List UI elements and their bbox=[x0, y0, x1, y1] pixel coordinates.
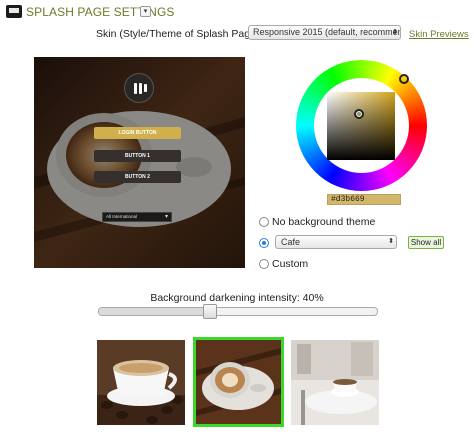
radio-theme[interactable] bbox=[259, 238, 269, 248]
select-arrows-icon: ⬍ bbox=[388, 238, 394, 245]
coffee-beans-photo bbox=[97, 340, 185, 425]
theme-thumbnail-cafe-interior[interactable] bbox=[291, 340, 379, 425]
preview-language-select: All International bbox=[102, 212, 172, 222]
darkening-slider-track[interactable] bbox=[98, 307, 378, 316]
radio-no-background[interactable] bbox=[259, 217, 269, 227]
theme-thumbnail-latte[interactable] bbox=[193, 337, 284, 427]
latte-art-photo bbox=[196, 340, 281, 424]
splash-settings-icon bbox=[6, 5, 22, 18]
select-arrows-icon: ⬍ bbox=[392, 29, 398, 36]
hex-color-input[interactable]: #d3b669 bbox=[327, 194, 401, 205]
preview-button-1: BUTTON 1 bbox=[94, 150, 181, 162]
theme-select-value: Cafe bbox=[281, 237, 301, 247]
darkening-slider-thumb[interactable] bbox=[203, 304, 217, 319]
collapse-toggle-icon[interactable]: ▾ bbox=[140, 6, 151, 17]
radio-custom[interactable] bbox=[259, 259, 269, 269]
preview-login-button: LOGIN BUTTON bbox=[94, 127, 181, 139]
preview-logo bbox=[124, 73, 154, 103]
cafe-interior-photo bbox=[291, 340, 379, 425]
no-background-label: No background theme bbox=[272, 216, 376, 228]
page-title: SPLASH PAGE SETTINGS bbox=[26, 5, 175, 19]
theme-thumbnail-coffee-beans[interactable] bbox=[97, 340, 185, 425]
saturation-value-square[interactable] bbox=[327, 92, 395, 160]
skin-select[interactable]: Responsive 2015 (default, recommended) ⬍ bbox=[248, 25, 401, 40]
preview-button-2: BUTTON 2 bbox=[94, 171, 181, 183]
skin-label: Skin (Style/Theme of Splash Page): bbox=[96, 28, 263, 40]
splash-preview: LOGIN BUTTON BUTTON 1 BUTTON 2 All Inter… bbox=[34, 57, 245, 268]
skin-previews-link[interactable]: Skin Previews bbox=[409, 29, 469, 40]
darkening-label: Background darkening intensity: 40% bbox=[150, 292, 324, 304]
darkening-slider-fill bbox=[99, 308, 211, 315]
color-handle[interactable] bbox=[354, 109, 364, 119]
custom-label: Custom bbox=[272, 258, 309, 270]
hue-handle[interactable] bbox=[399, 74, 409, 84]
show-all-button[interactable]: Show all bbox=[408, 236, 444, 249]
skin-select-value: Responsive 2015 (default, recommended) bbox=[253, 27, 400, 37]
theme-select[interactable]: Cafe ⬍ bbox=[275, 235, 397, 249]
